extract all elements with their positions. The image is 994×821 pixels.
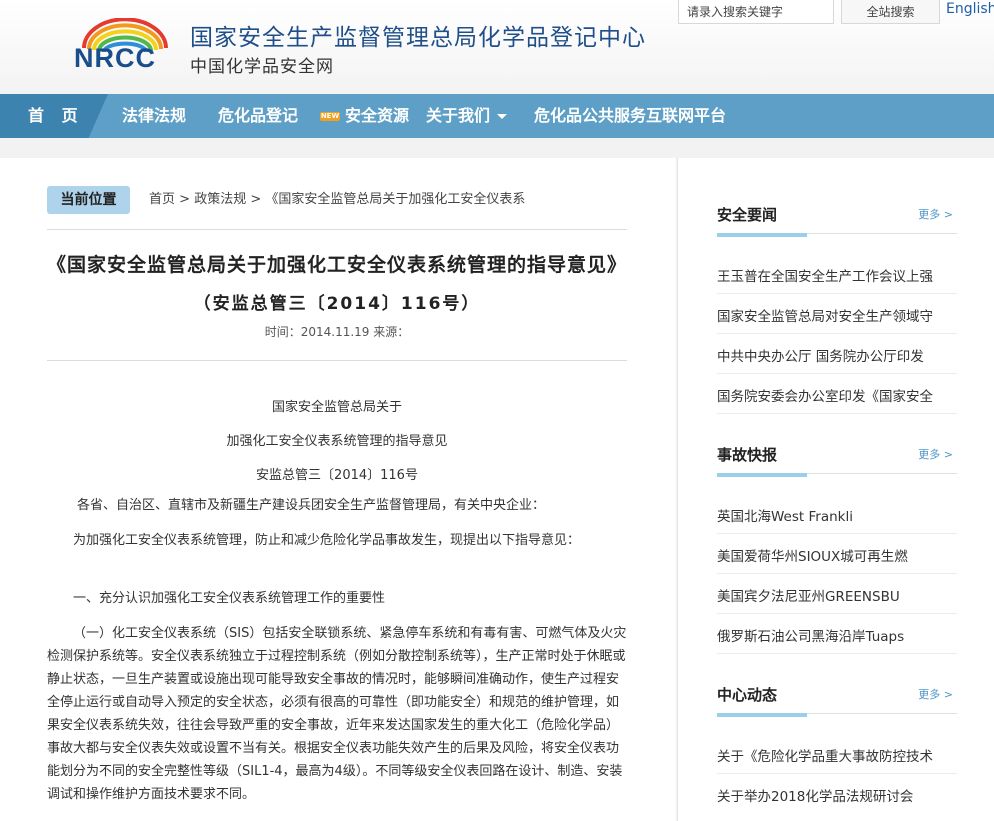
breadcrumb-separator: > <box>250 192 262 207</box>
article-addressee: 各省、自治区、直辖市及新疆生产建设兵团安全生产监督管理局，有关中央企业： <box>77 498 546 513</box>
divider <box>717 773 957 774</box>
search-input[interactable] <box>678 0 834 24</box>
breadcrumb-label: 当前位置 <box>47 186 130 214</box>
divider <box>717 293 957 294</box>
divider <box>717 333 957 334</box>
divider <box>717 573 957 574</box>
sidebar-accident-item[interactable]: 英国北海West Frankli <box>717 505 947 525</box>
site-title: 国家安全生产监督管理总局化学品登记中心 <box>190 25 646 51</box>
nav-item-resources[interactable]: NEW 安全资源 <box>320 94 409 138</box>
sidebar-center-news-item[interactable]: 关于举办2018化学品法规研讨会 <box>717 785 947 805</box>
sidebar-section-title: 安全要闻 <box>717 206 778 224</box>
sidebar: 安全要闻 更多 > 王玉普在全国安全生产工作会议上强 国家安全监管总局对安全生产… <box>677 158 994 821</box>
divider <box>717 373 957 374</box>
sidebar-news-item[interactable]: 国务院安委会办公室印发《国家安全 <box>717 385 947 405</box>
divider <box>47 360 627 361</box>
chevron-down-icon <box>497 114 508 119</box>
site-header: NRCC 国家安全生产监督管理总局化学品登记中心 中国化学品安全网 全站搜索 E… <box>0 0 994 94</box>
article-paragraph: （一）化工安全仪表系统（SIS）包括安全联锁系统、紧急停车系统和有毒有害、可燃气… <box>47 626 627 802</box>
sidebar-news-item[interactable]: 国家安全监管总局对安全生产领域守 <box>717 305 947 325</box>
nav-item-platform[interactable]: 危化品公共服务互联网平台 <box>534 94 726 138</box>
english-link[interactable]: English <box>946 0 994 18</box>
article-meta: 时间：2014.11.19 来源： <box>264 325 410 339</box>
nav-item-home[interactable]: 首 页 <box>28 94 84 138</box>
nav-item-resources-label: 安全资源 <box>345 106 410 125</box>
logo-text: NRCC <box>74 43 156 73</box>
breadcrumb-trail: 首页 > 政策法规 > 《国家安全监管总局关于加强化工安全仪表系 <box>149 186 525 214</box>
sidebar-section-title: 事故快报 <box>717 446 778 464</box>
article-title: 《国家安全监管总局关于加强化工安全仪表系统管理的指导意见》 <box>47 254 628 276</box>
breadcrumb-separator: > <box>179 192 191 207</box>
nav-item-about[interactable]: 关于我们 <box>426 94 508 138</box>
divider <box>717 613 957 614</box>
more-link[interactable]: 更多 > <box>918 206 953 222</box>
sidebar-section-header: 安全要闻 更多 > <box>717 204 957 237</box>
section-underline <box>717 473 807 477</box>
more-link[interactable]: 更多 > <box>918 686 953 702</box>
article-intro: 为加强化工安全仪表系统管理，防止和减少危险化学品事故发生，现提出以下指导意见： <box>73 533 581 548</box>
sidebar-center-news-item[interactable]: 关于《危险化学品重大事故防控技术 <box>717 745 947 765</box>
section-underline <box>717 233 807 237</box>
sidebar-accident-item[interactable]: 美国宾夕法尼亚州GREENSBU <box>717 585 947 605</box>
sidebar-section-title: 中心动态 <box>717 686 778 704</box>
article-body-line: 安监总管三〔2014〕116号 <box>256 468 418 483</box>
new-badge-icon: NEW <box>320 112 340 121</box>
sidebar-news-item[interactable]: 王玉普在全国安全生产工作会议上强 <box>717 265 947 285</box>
site-search-button[interactable]: 全站搜索 <box>841 0 940 24</box>
nav-item-laws[interactable]: 法律法规 <box>122 94 186 138</box>
nav-item-registration[interactable]: 危化品登记 <box>218 94 298 138</box>
breadcrumb: 当前位置 首页 > 政策法规 > 《国家安全监管总局关于加强化工安全仪表系 <box>47 186 627 230</box>
breadcrumb-home-link[interactable]: 首页 <box>149 192 175 207</box>
sidebar-section-header: 事故快报 更多 > <box>717 444 957 477</box>
main-content: 当前位置 首页 > 政策法规 > 《国家安全监管总局关于加强化工安全仪表系 《国… <box>0 158 676 821</box>
article-body-line: 国家安全监管总局关于 <box>271 400 402 415</box>
site-subtitle: 中国化学品安全网 <box>190 57 334 77</box>
nav-item-about-label: 关于我们 <box>426 106 491 125</box>
sidebar-section-header: 中心动态 更多 > <box>717 684 957 717</box>
sidebar-accident-item[interactable]: 美国爱荷华州SIOUX城可再生燃 <box>717 545 947 565</box>
divider <box>717 413 957 414</box>
article-body-line: 加强化工安全仪表系统管理的指导意见 <box>226 434 448 449</box>
divider <box>717 533 957 534</box>
sidebar-news-item[interactable]: 中共中央办公厅 国务院办公厅印发 <box>717 345 947 365</box>
divider <box>717 653 957 654</box>
main-nav: 首 页 法律法规 危化品登记 NEW 安全资源 关于我们 危化品公共服务互联网平台 <box>0 94 994 138</box>
nrcc-logo[interactable]: NRCC <box>70 18 174 76</box>
breadcrumb-section-link[interactable]: 政策法规 <box>194 192 246 207</box>
section-underline <box>717 713 807 717</box>
breadcrumb-current: 《国家安全监管总局关于加强化工安全仪表系 <box>265 192 526 207</box>
article-subtitle: （安监总管三〔2014〕116号） <box>193 294 481 314</box>
sidebar-accident-item[interactable]: 俄罗斯石油公司黑海沿岸Tuaps <box>717 625 947 645</box>
article-section-heading: 一、充分认识加强化工安全仪表系统管理工作的重要性 <box>73 591 386 606</box>
more-link[interactable]: 更多 > <box>918 446 953 462</box>
